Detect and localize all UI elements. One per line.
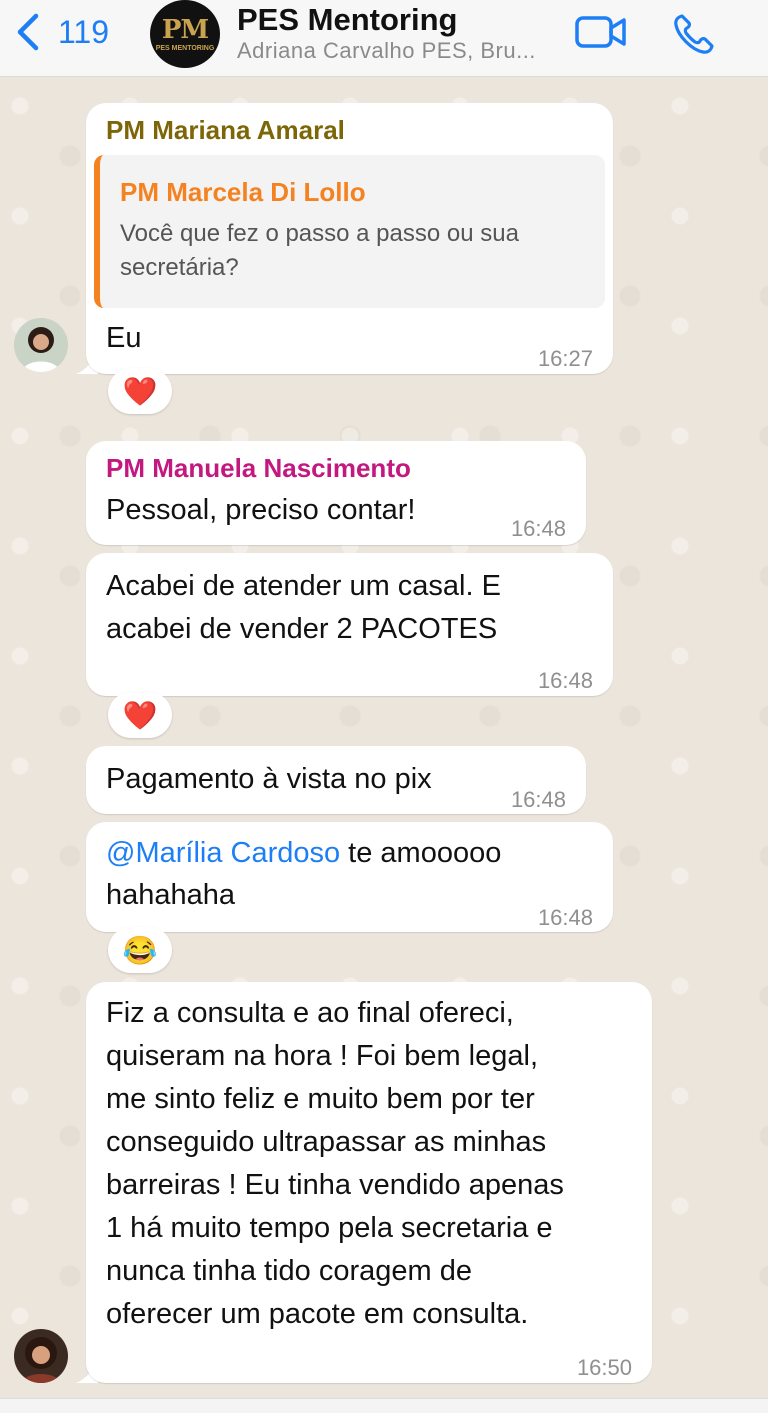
- quoted-message[interactable]: PM Marcela Di Lollo Você que fez o passo…: [94, 155, 605, 308]
- sender-avatar-mariana[interactable]: [14, 318, 68, 372]
- message-bubble[interactable]: Acabei de atender um casal. E acabei de …: [86, 553, 613, 696]
- composer-bar[interactable]: [0, 1398, 768, 1413]
- sender-name[interactable]: PM Mariana Amaral: [106, 115, 345, 145]
- message-text-line: me sinto feliz e muito bem por ter: [106, 1083, 535, 1115]
- back-button[interactable]: 119: [14, 10, 109, 54]
- message-time: 16:48: [510, 516, 566, 541]
- quoted-text-line: Você que fez o passo a passo ou sua: [120, 220, 519, 247]
- message-text: Eu: [106, 322, 142, 354]
- message-time: 16:48: [537, 668, 593, 693]
- heart-icon: ❤️: [122, 375, 158, 407]
- message-text-line: oferecer um pacote em consulta.: [106, 1298, 529, 1330]
- unread-count: 119: [58, 13, 110, 50]
- message-time: 16:50: [576, 1355, 632, 1380]
- avatar-text: PES MENTORING: [155, 44, 215, 52]
- message-bubble[interactable]: PM Mariana Amaral PM Marcela Di Lollo Vo…: [86, 103, 613, 374]
- message-text-line: @Marília Cardoso te amooooo: [106, 832, 501, 875]
- laughing-face-icon: 😂: [122, 934, 158, 966]
- group-avatar[interactable]: PM PES MENTORING: [150, 0, 220, 68]
- reaction-badge[interactable]: ❤️: [108, 368, 172, 414]
- reaction-badge[interactable]: 😂: [108, 927, 172, 973]
- quoted-text-line: secretária?: [120, 254, 239, 281]
- message-time: 16:48: [537, 905, 593, 930]
- message-text: Pessoal, preciso contar!: [106, 494, 416, 526]
- message-text-line: conseguido ultrapassar as minhas: [106, 1126, 547, 1158]
- quoted-sender-name: PM Marcela Di Lollo: [120, 177, 366, 207]
- message-text: Pagamento à vista no pix: [106, 763, 432, 795]
- message-text-line: hahahaha: [106, 879, 236, 911]
- message-bubble[interactable]: Fiz a consulta e ao final ofereci, quise…: [86, 982, 652, 1383]
- message-text-line: barreiras ! Eu tinha vendido apenas: [106, 1169, 564, 1201]
- reaction-badge[interactable]: ❤️: [108, 692, 172, 738]
- message-bubble[interactable]: Pagamento à vista no pix 16:48: [86, 746, 586, 814]
- message-time: 16:48: [510, 787, 566, 812]
- message-text: te amooooo: [340, 837, 502, 869]
- chat-participants[interactable]: Adriana Carvalho PES, Bru...: [237, 38, 536, 64]
- avatar-monogram: PM: [161, 14, 209, 45]
- sender-name[interactable]: PM Manuela Nascimento: [106, 453, 411, 483]
- message-text-line: quiseram na hora ! Foi bem legal,: [106, 1040, 538, 1072]
- video-call-icon[interactable]: [574, 12, 628, 52]
- chat-title[interactable]: PES Mentoring: [237, 2, 457, 38]
- message-text-line: acabei de vender 2 PACOTES: [106, 613, 498, 645]
- heart-icon: ❤️: [122, 699, 158, 731]
- mention-link[interactable]: @Marília Cardoso: [106, 837, 340, 869]
- person-avatar-icon: [14, 318, 68, 372]
- sender-avatar-manuela[interactable]: [14, 1329, 68, 1383]
- person-avatar-icon: [14, 1329, 68, 1383]
- message-text-line: 1 há muito tempo pela secretaria e: [106, 1212, 553, 1244]
- chat-header: 119 PM PES MENTORING PES Mentoring Adria…: [0, 0, 768, 77]
- message-text-line: nunca tinha tido coragem de: [106, 1255, 472, 1287]
- message-bubble[interactable]: @Marília Cardoso te amooooo hahahaha 16:…: [86, 822, 613, 932]
- phone-call-icon[interactable]: [672, 12, 716, 56]
- message-bubble[interactable]: PM Manuela Nascimento Pessoal, preciso c…: [86, 441, 586, 545]
- chevron-left-icon: [17, 13, 39, 51]
- message-text-line: Fiz a consulta e ao final ofereci,: [106, 997, 514, 1029]
- message-text-line: Acabei de atender um casal. E: [106, 570, 501, 602]
- message-time: 16:27: [537, 346, 593, 371]
